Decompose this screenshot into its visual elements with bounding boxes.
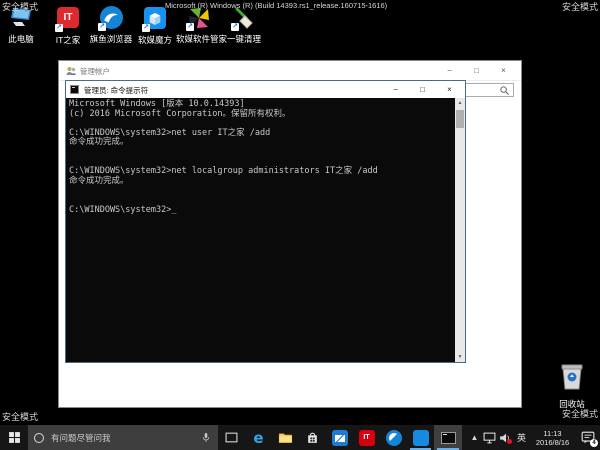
shortcut-arrow-icon: ↗ bbox=[98, 23, 106, 31]
volume-tray-button[interactable] bbox=[497, 425, 514, 450]
desktop-icon-ruanmei-manager[interactable]: ↗ 软媒软件管家 bbox=[176, 6, 228, 45]
windows-logo-icon bbox=[8, 432, 20, 443]
desktop-icon-one-key-clean[interactable]: ↗ 一键清理 bbox=[221, 6, 267, 45]
cmd-titlebar[interactable]: 管理员: 命令提示符 − □ × bbox=[66, 81, 465, 98]
mail-icon bbox=[331, 429, 348, 446]
windows-build-text: Microsoft (R) Windows (R) (Build 14393.r… bbox=[165, 1, 388, 10]
command-prompt-window: 管理员: 命令提示符 − □ × Microsoft Windows [版本 1… bbox=[65, 80, 466, 363]
desktop-icon-recycle-bin[interactable]: 回收站 bbox=[549, 361, 595, 410]
swordfish-browser-icon: ↗ bbox=[98, 6, 123, 31]
desktop-icon-label: 软媒软件管家 bbox=[176, 34, 228, 44]
desktop-icon-label: 此电脑 bbox=[8, 34, 34, 44]
monitor-icon bbox=[483, 432, 495, 443]
store-icon bbox=[308, 432, 317, 443]
cmd-maximize-button[interactable]: □ bbox=[409, 81, 436, 98]
cube-app-icon: ↗ bbox=[142, 7, 167, 32]
cmd-line: (c) 2016 Microsoft Corporation。保留所有权利。 bbox=[69, 108, 291, 119]
cmd-close-button[interactable]: × bbox=[436, 81, 463, 98]
taskbar-mail-button[interactable] bbox=[326, 425, 353, 450]
users-icon bbox=[66, 67, 76, 75]
mute-indicator bbox=[507, 439, 512, 444]
desktop-icon-label: 软媒魔方 bbox=[137, 35, 172, 45]
accounts-minimize-button[interactable]: − bbox=[436, 61, 463, 81]
accounts-window-titlebar[interactable]: 管理帐户 − □ × bbox=[59, 61, 521, 81]
ithome-icon: IT ↗ bbox=[55, 7, 80, 32]
cmd-output: Microsoft Windows [版本 10.0.14393] (c) 201… bbox=[69, 99, 453, 362]
display-tray-button[interactable] bbox=[481, 425, 497, 450]
cmd-line: C:\WINDOWS\system32>_ bbox=[69, 204, 177, 215]
cmd-icon bbox=[440, 431, 456, 444]
cmd-line: 命令成功完成。 bbox=[69, 175, 129, 186]
taskbar: 有问题尽管问我 e IT ▲ 英 11:13 2016/8/16 4 bbox=[0, 425, 600, 450]
edge-icon: e bbox=[253, 428, 264, 447]
taskbar-edge-button[interactable]: e bbox=[245, 425, 272, 450]
cmd-window-title: 管理员: 命令提示符 bbox=[84, 86, 149, 95]
cube-app-icon bbox=[412, 429, 429, 446]
safe-mode-label-bottom-right: 安全模式 bbox=[561, 409, 598, 419]
taskbar-mofang-button[interactable] bbox=[407, 425, 434, 450]
scroll-up-icon[interactable]: ▲ bbox=[455, 98, 465, 108]
cortana-search-box[interactable]: 有问题尽管问我 bbox=[28, 425, 218, 450]
cmd-scrollbar[interactable]: ▲ ▼ bbox=[455, 98, 465, 362]
desktop: 安全模式 安全模式 安全模式 安全模式 Microsoft (R) Window… bbox=[0, 0, 600, 450]
ithome-icon: IT bbox=[358, 429, 375, 446]
microphone-icon[interactable] bbox=[200, 431, 212, 445]
taskbar-ithome-button[interactable]: IT bbox=[353, 425, 380, 450]
safe-mode-label-bottom-left: 安全模式 bbox=[2, 412, 39, 422]
folder-icon bbox=[278, 433, 293, 443]
search-icon bbox=[500, 86, 509, 95]
shortcut-arrow-icon: ↗ bbox=[231, 23, 239, 31]
accounts-close-button[interactable]: × bbox=[490, 61, 517, 81]
action-center-button[interactable]: 4 bbox=[576, 425, 600, 450]
task-view-button[interactable] bbox=[218, 425, 245, 450]
cmd-icon bbox=[70, 85, 79, 94]
desktop-icon-label: IT之家 bbox=[55, 35, 81, 45]
desktop-icon-label: 旗鱼浏览器 bbox=[89, 34, 133, 44]
desktop-icon-ruanmei-mofang[interactable]: ↗ 软媒魔方 bbox=[132, 6, 178, 46]
shortcut-arrow-icon: ↗ bbox=[186, 23, 194, 31]
desktop-icon-ithome[interactable]: IT ↗ IT之家 bbox=[45, 6, 91, 46]
cortana-icon bbox=[34, 432, 44, 443]
show-hidden-icons-button[interactable]: ▲ bbox=[468, 425, 481, 450]
notification-count-badge: 4 bbox=[590, 439, 598, 447]
desktop-icon-qiyu-browser[interactable]: ↗ 旗鱼浏览器 bbox=[88, 6, 134, 45]
cmd-line bbox=[69, 186, 453, 196]
start-button[interactable] bbox=[0, 425, 28, 450]
swordfish-browser-icon bbox=[385, 429, 402, 446]
accounts-window-title: 管理帐户 bbox=[80, 67, 110, 76]
taskbar-file-explorer-button[interactable] bbox=[272, 425, 299, 450]
system-tray: ▲ 英 11:13 2016/8/16 4 bbox=[468, 425, 600, 450]
safe-mode-label-top-left: 安全模式 bbox=[2, 2, 39, 12]
taskbar-store-button[interactable] bbox=[299, 425, 326, 450]
cmd-line bbox=[69, 148, 453, 158]
cmd-console-area[interactable]: Microsoft Windows [版本 10.0.14393] (c) 201… bbox=[66, 98, 465, 362]
accounts-maximize-button[interactable]: □ bbox=[463, 61, 490, 81]
recycle-bin-icon bbox=[561, 364, 583, 390]
scroll-down-icon[interactable]: ▼ bbox=[455, 352, 465, 362]
language-indicator[interactable]: 英 bbox=[514, 425, 529, 450]
search-placeholder: 有问题尽管问我 bbox=[51, 432, 111, 443]
clock-date: 2016/8/16 bbox=[535, 437, 570, 447]
taskbar-cmd-button-active[interactable] bbox=[434, 425, 462, 450]
safe-mode-label-top-right: 安全模式 bbox=[561, 2, 598, 12]
scrollbar-thumb[interactable] bbox=[456, 110, 464, 128]
desktop-icon-label: 一键清理 bbox=[226, 34, 261, 44]
task-view-icon bbox=[225, 432, 238, 443]
cmd-minimize-button[interactable]: − bbox=[382, 81, 409, 98]
cmd-line: 命令成功完成。 bbox=[69, 137, 129, 148]
taskbar-qiyu-browser-button[interactable] bbox=[380, 425, 407, 450]
shortcut-arrow-icon: ↗ bbox=[142, 24, 150, 32]
clock-time: 11:13 bbox=[543, 428, 562, 438]
taskbar-clock[interactable]: 11:13 2016/8/16 bbox=[529, 425, 576, 450]
shortcut-arrow-icon: ↗ bbox=[55, 24, 63, 32]
